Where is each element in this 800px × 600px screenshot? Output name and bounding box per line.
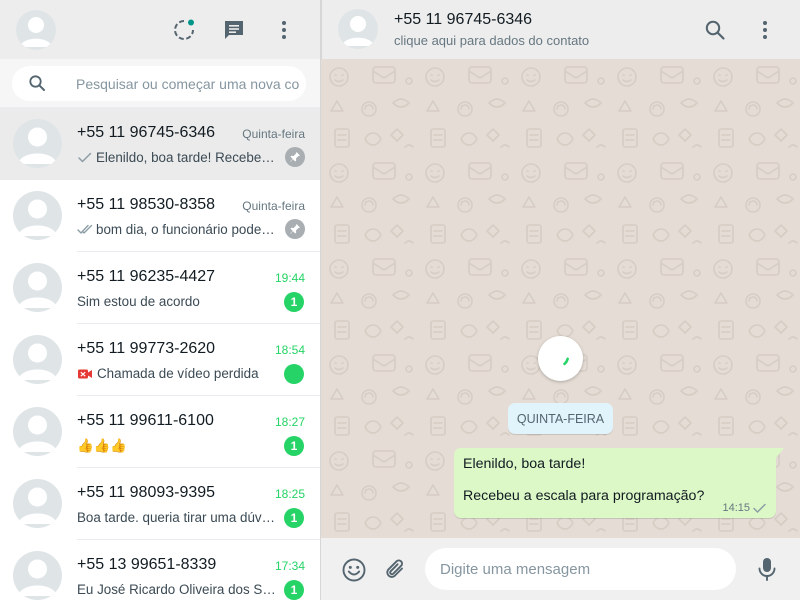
composer-bar — [321, 538, 800, 600]
chat-preview-text: Elenildo, boa tarde! Recebeu a escala pa… — [96, 150, 277, 165]
chat-contact-name: +55 11 99773-2620 — [77, 340, 216, 357]
chat-preview-text: Boa tarde. queria tirar uma dúvida — [77, 510, 277, 525]
chat-last-message: Chamada de vídeo perdida — [77, 366, 277, 381]
message-meta: 14:15 — [722, 502, 766, 514]
chat-preview-text: 👍👍👍 — [77, 438, 128, 453]
chat-last-message: bom dia, o funcionário poderia verificar — [77, 222, 277, 237]
chat-timestamp: 17:34 — [274, 559, 305, 573]
chat-list-item[interactable]: +55 11 98093-9395 18:25 Boa tarde. queria … — [0, 468, 320, 540]
chat-timestamp: 18:54 — [274, 343, 305, 357]
microphone-icon[interactable] — [755, 556, 779, 582]
contact-info-hint[interactable]: clique aqui para dados do contato — [394, 33, 589, 48]
chat-contact-name: +55 11 98530-8358 — [77, 196, 216, 213]
chat-last-message: Eu José Ricardo Oliveira dos Santos — [77, 582, 277, 597]
attach-icon[interactable] — [383, 557, 409, 583]
chat-list-item[interactable]: +55 11 99611-6100 18:27 👍👍👍 1 — [0, 396, 320, 468]
chat-list-item[interactable]: +55 11 96235-4427 19:44 Sim estou de acord… — [0, 252, 320, 324]
chat-avatar — [13, 263, 62, 312]
chat-contact-name: +55 11 96235-4427 — [77, 268, 216, 285]
chat-timestamp: 18:25 — [274, 487, 305, 501]
chat-sidebar: +55 11 96745-6346 Quinta-feira Elenildo, b… — [0, 0, 321, 600]
chat-last-message: Elenildo, boa tarde! Recebeu a escala pa… — [77, 150, 277, 165]
chat-list-item[interactable]: +55 11 99773-2620 18:54 Chamada de vídeo p… — [0, 324, 320, 396]
bubble-tail — [776, 448, 784, 458]
outgoing-message[interactable]: Elenildo, boa tarde! Recebeu a escala pa… — [454, 448, 784, 518]
chat-preview-text: Sim estou de acordo — [77, 294, 200, 309]
unread-count-badge: 1 — [284, 292, 304, 312]
search-input[interactable] — [76, 74, 300, 94]
chat-list: +55 11 96745-6346 Quinta-feira Elenildo, b… — [0, 108, 320, 600]
chat-list-item[interactable]: +55 13 99651-8339 17:34 Eu José Ricardo Ol… — [0, 540, 320, 600]
conversation-panel: +55 11 96745-6346 clique aqui para dados… — [321, 0, 800, 600]
missed-video-call-icon — [78, 369, 92, 378]
unread-indicator — [284, 364, 304, 384]
pin-icon — [285, 147, 305, 167]
message-input-box[interactable] — [425, 548, 736, 590]
status-icon[interactable] — [172, 18, 196, 42]
chat-avatar — [13, 479, 62, 528]
chat-avatar — [13, 335, 62, 384]
message-area[interactable]: QUINTA-FEIRA Elenildo, boa tarde! Recebe… — [321, 59, 800, 538]
chat-avatar — [13, 191, 62, 240]
pin-icon — [285, 219, 305, 239]
chat-list-item[interactable]: +55 11 98530-8358 Quinta-feira bom dia, o … — [0, 180, 320, 252]
search-messages-icon[interactable] — [703, 18, 727, 42]
chat-last-message: Boa tarde. queria tirar uma dúvida — [77, 510, 277, 525]
unread-count-badge: 1 — [284, 436, 304, 456]
unread-count-badge: 1 — [284, 580, 304, 600]
message-text-line: Elenildo, boa tarde! — [463, 456, 586, 472]
chat-preview-text: Eu José Ricardo Oliveira dos Santos — [77, 582, 277, 597]
chat-timestamp: 18:27 — [274, 415, 305, 429]
menu-icon[interactable] — [272, 18, 296, 42]
chat-timestamp: Quinta-feira — [242, 127, 305, 141]
chat-timestamp: 19:44 — [274, 271, 305, 285]
loading-spinner — [538, 336, 583, 381]
search-bar — [0, 59, 320, 108]
chat-contact-name: +55 13 99651-8339 — [77, 556, 217, 573]
single-tick-icon — [78, 152, 92, 163]
single-tick-icon — [753, 503, 766, 513]
chat-avatar — [13, 119, 62, 168]
message-time: 14:15 — [722, 502, 750, 514]
contact-name[interactable]: +55 11 96745-6346 — [394, 11, 532, 29]
chat-avatar — [13, 407, 62, 456]
conversation-header[interactable]: +55 11 96745-6346 clique aqui para dados… — [321, 0, 800, 59]
message-text-line: Recebeu a escala para programação? — [463, 488, 705, 504]
sidebar-header — [0, 0, 320, 59]
chat-contact-name: +55 11 99611-6100 — [77, 412, 214, 429]
double-tick-icon — [77, 224, 93, 234]
chat-contact-name: +55 11 96745-6346 — [77, 124, 216, 141]
search-icon — [29, 75, 45, 91]
chat-timestamp: Quinta-feira — [242, 199, 305, 213]
unread-count-badge: 1 — [284, 508, 304, 528]
emoji-icon[interactable] — [341, 557, 367, 583]
chat-avatar — [13, 551, 62, 600]
search-box[interactable] — [12, 66, 306, 101]
chat-last-message: 👍👍👍 — [77, 438, 277, 454]
contact-avatar[interactable] — [338, 9, 378, 49]
chat-last-message: Sim estou de acordo — [77, 294, 277, 309]
chat-list-item[interactable]: +55 11 96745-6346 Quinta-feira Elenildo, b… — [0, 108, 320, 180]
new-chat-icon[interactable] — [222, 18, 246, 42]
date-separator: QUINTA-FEIRA — [508, 403, 613, 434]
conversation-menu-icon[interactable] — [753, 18, 777, 42]
chat-contact-name: +55 11 98093-9395 — [77, 484, 216, 501]
chat-preview-text: bom dia, o funcionário poderia verificar — [96, 222, 277, 237]
chat-preview-text: Chamada de vídeo perdida — [97, 366, 259, 381]
message-input[interactable] — [440, 559, 720, 579]
my-profile-avatar[interactable] — [16, 10, 56, 50]
